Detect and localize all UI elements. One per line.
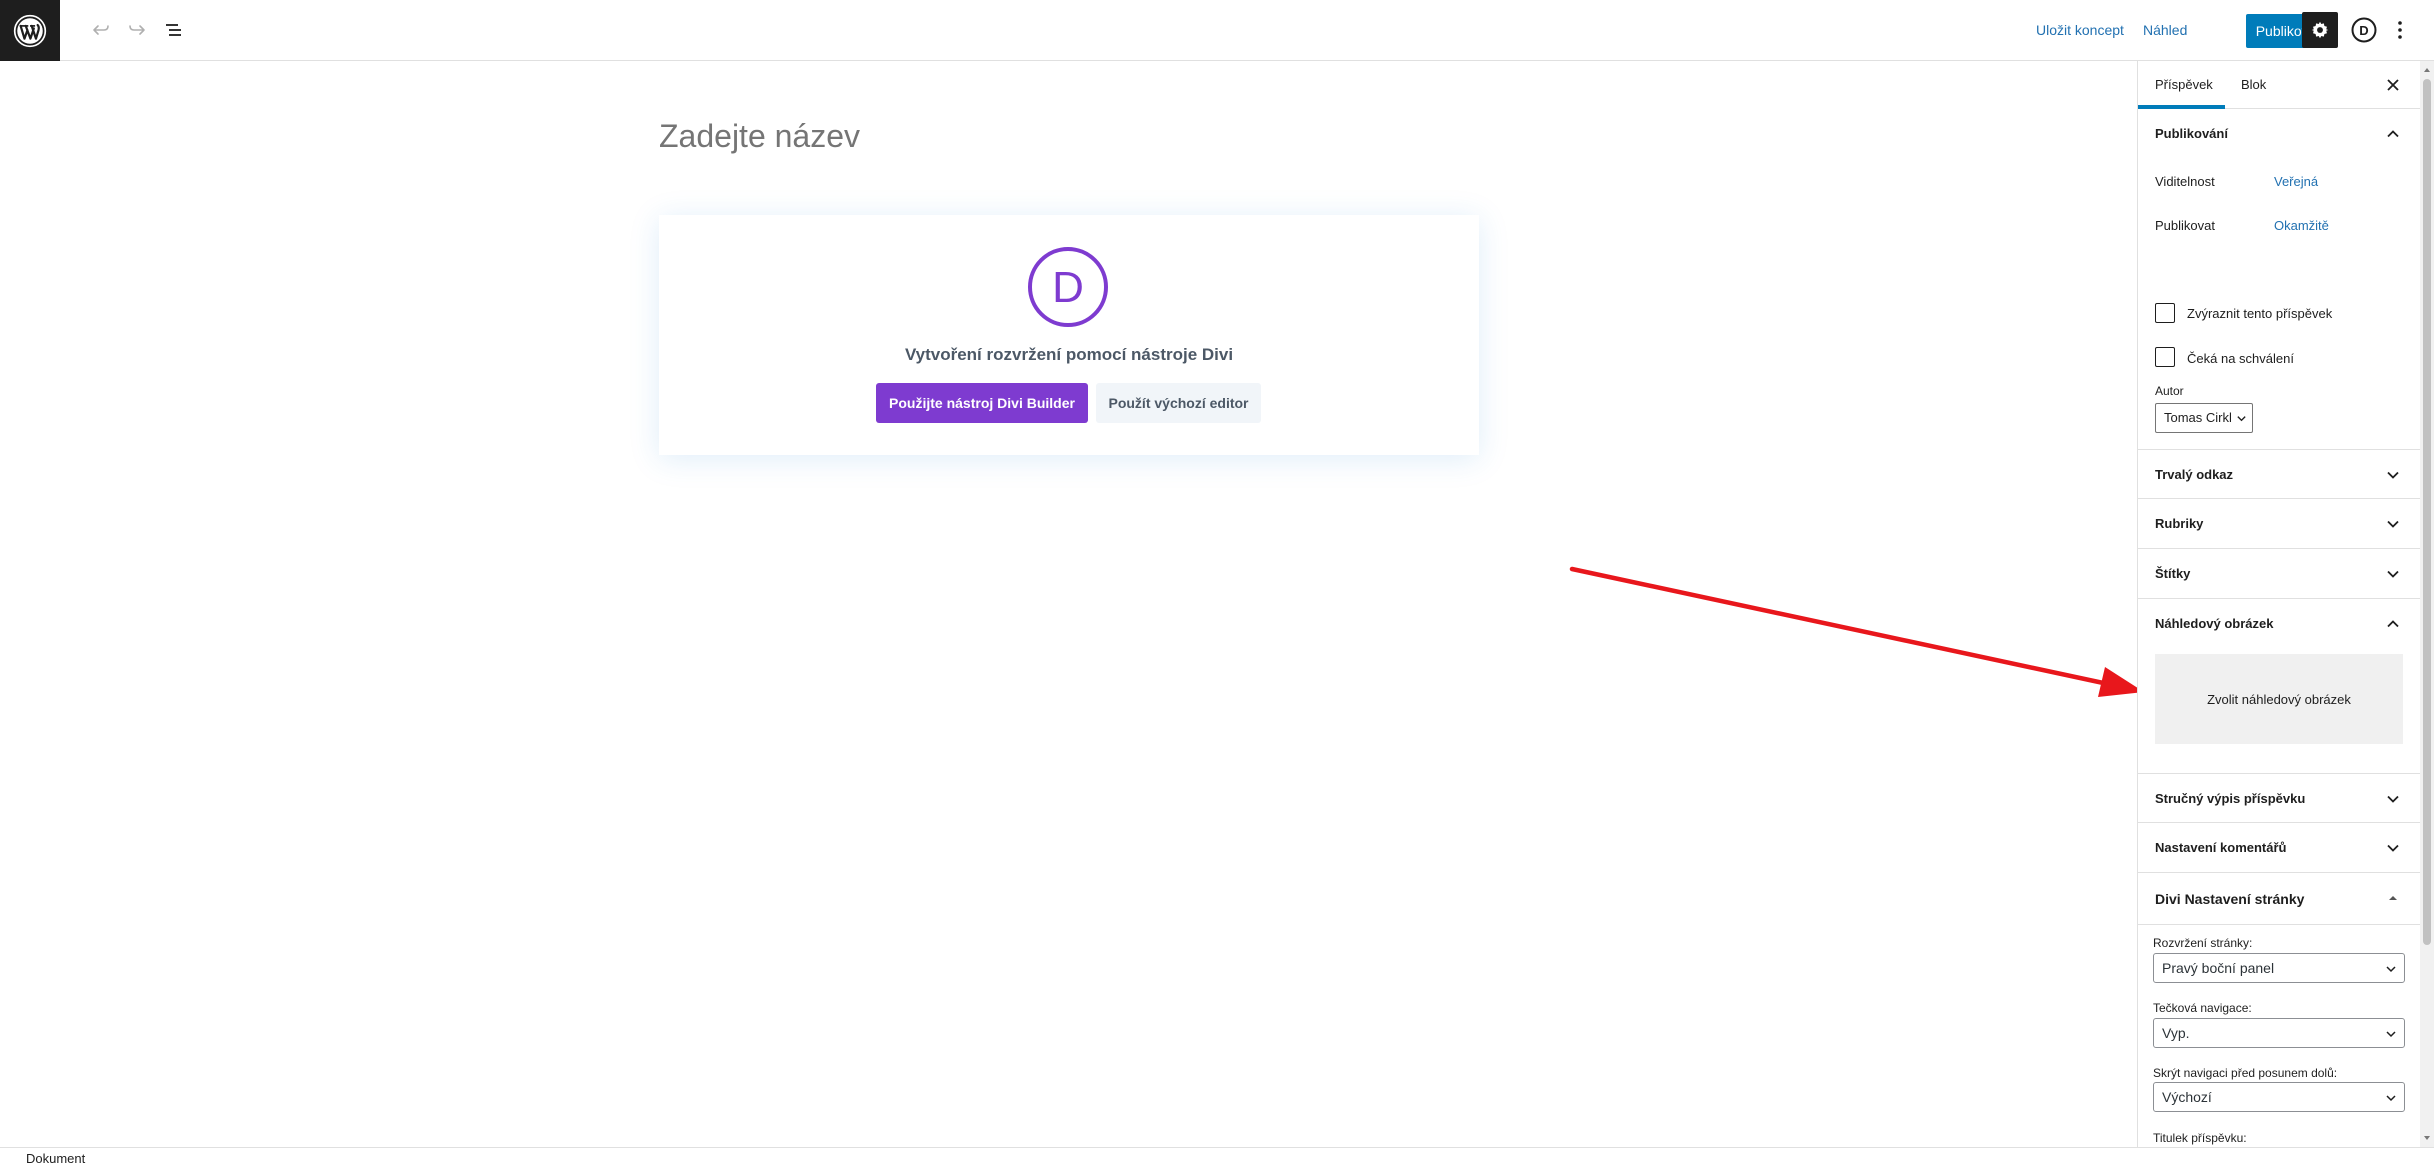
panel-excerpt-toggle[interactable]: Stručný výpis příspěvku — [2138, 773, 2420, 823]
set-featured-image-button[interactable]: Zvolit náhledový obrázek — [2155, 654, 2403, 744]
scroll-down-icon[interactable] — [2420, 1131, 2434, 1145]
panel-excerpt-title: Stručný výpis příspěvku — [2155, 791, 2306, 806]
panel-categories-toggle[interactable]: Rubriky — [2138, 499, 2420, 549]
divi-top-letter: D — [2359, 23, 2368, 38]
panel-featured-image-title: Náhledový obrázek — [2155, 616, 2274, 631]
divi-logo-letter: D — [1052, 263, 1084, 312]
scrollbar-thumb[interactable] — [2423, 79, 2431, 945]
redo-button[interactable] — [122, 15, 152, 45]
panel-divi-settings-title: Divi Nastavení stránky — [2155, 891, 2305, 907]
breadcrumb-document[interactable]: Dokument — [26, 1151, 85, 1166]
chevron-down-icon — [2387, 844, 2399, 852]
publish-date-label: Publikovat — [2155, 218, 2215, 233]
settings-toggle-button[interactable] — [2302, 12, 2338, 48]
divi-layout-select[interactable]: Pravý boční panel — [2153, 953, 2405, 983]
red-arrow-annotation — [1569, 566, 2144, 697]
tab-block[interactable]: Blok — [2241, 61, 2266, 109]
tab-post[interactable]: Příspěvek — [2155, 61, 2213, 109]
chevron-down-icon — [2387, 520, 2399, 528]
author-select[interactable]: Tomas Cirkl — [2155, 403, 2253, 433]
chevron-down-icon — [2387, 471, 2399, 479]
chevron-down-icon — [2386, 966, 2396, 973]
panel-divi-settings-toggle[interactable]: Divi Nastavení stránky — [2138, 873, 2420, 925]
chevron-down-icon — [2387, 570, 2399, 578]
divi-dot-nav-select[interactable]: Vyp. — [2153, 1018, 2405, 1048]
chevron-up-icon — [2387, 620, 2399, 628]
use-divi-builder-button[interactable]: Použijte nástroj Divi Builder — [876, 383, 1088, 423]
preview-button[interactable]: Náhled — [2143, 0, 2187, 61]
chevron-down-icon — [2386, 1095, 2396, 1102]
publish-date-toggle[interactable]: Okamžitě — [2274, 218, 2329, 233]
list-view-icon — [166, 24, 181, 36]
visibility-toggle[interactable]: Veřejná — [2274, 174, 2318, 189]
sticky-label: Zvýraznit tento příspěvek — [2187, 306, 2333, 321]
divi-builder-card: D Vytvoření rozvržení pomocí nástroje Di… — [659, 215, 1479, 455]
sidebar-tabs: Příspěvek Blok — [2138, 61, 2420, 109]
divi-hide-nav-select[interactable]: Výchozí — [2153, 1082, 2405, 1112]
sticky-checkbox[interactable] — [2155, 303, 2175, 323]
panel-discussion-title: Nastavení komentářů — [2155, 840, 2287, 855]
panel-tags-title: Štítky — [2155, 566, 2191, 581]
redo-icon — [129, 25, 145, 35]
triangle-up-icon — [2389, 896, 2397, 900]
chevron-down-icon — [2237, 416, 2246, 422]
pending-review-checkbox[interactable] — [2155, 347, 2175, 367]
author-label: Autor — [2155, 384, 2184, 398]
divi-post-title-label: Titulek příspěvku: — [2153, 1131, 2247, 1145]
divi-layout-value: Pravý boční panel — [2162, 960, 2275, 976]
divi-hide-nav-label: Skrýt navigaci před posunem dolů: — [2153, 1066, 2338, 1080]
wordpress-logo-button[interactable] — [0, 0, 60, 61]
chevron-down-icon — [2386, 1031, 2396, 1038]
panel-publish-title: Publikování — [2155, 126, 2228, 141]
scroll-up-icon[interactable] — [2420, 63, 2434, 77]
wordpress-icon — [13, 14, 47, 47]
author-value: Tomas Cirkl — [2164, 410, 2232, 425]
settings-sidebar: Příspěvek Blok Publikování Viditelnost V… — [2137, 61, 2420, 1147]
divi-hide-nav-value: Výchozí — [2162, 1089, 2212, 1105]
sidebar-scrollbar[interactable] — [2420, 61, 2434, 1147]
undo-icon — [93, 25, 109, 35]
editor-header: Uložit koncept Náhled Publikovat D — [0, 0, 2434, 61]
more-vertical-icon — [2398, 21, 2402, 39]
save-draft-button[interactable]: Uložit koncept — [2036, 0, 2124, 61]
pending-review-label: Čeká na schválení — [2187, 351, 2294, 366]
panel-discussion-toggle[interactable]: Nastavení komentářů — [2138, 823, 2420, 873]
panel-featured-image-toggle[interactable]: Náhledový obrázek — [2138, 599, 2420, 649]
editor-footer: Dokument — [0, 1147, 2434, 1169]
panel-publish-toggle[interactable]: Publikování — [2138, 109, 2420, 159]
divi-layout-label: Rozvržení stránky: — [2153, 936, 2253, 950]
visibility-label: Viditelnost — [2155, 174, 2215, 189]
panel-tags-toggle[interactable]: Štítky — [2138, 549, 2420, 599]
close-icon — [2387, 79, 2399, 91]
more-options-button[interactable] — [2392, 16, 2408, 44]
panel-permalink-toggle[interactable]: Trvalý odkaz — [2138, 449, 2420, 499]
undo-button[interactable] — [86, 15, 116, 45]
close-sidebar-button[interactable] — [2383, 75, 2403, 95]
panel-categories-title: Rubriky — [2155, 516, 2204, 531]
post-title-input[interactable] — [659, 118, 1479, 155]
use-default-editor-button[interactable]: Použít výchozí editor — [1096, 383, 1261, 423]
divi-dot-nav-value: Vyp. — [2162, 1025, 2190, 1041]
divi-icon[interactable]: D — [2350, 16, 2378, 44]
divi-dot-nav-label: Tečková navigace: — [2153, 1001, 2252, 1015]
chevron-down-icon — [2387, 795, 2399, 803]
chevron-up-icon — [2387, 130, 2399, 138]
list-view-button[interactable] — [159, 15, 189, 45]
divi-logo-icon: D — [1028, 247, 1108, 327]
panel-permalink-title: Trvalý odkaz — [2155, 467, 2234, 482]
divi-card-title: Vytvoření rozvržení pomocí nástroje Divi — [904, 345, 1234, 364]
gear-icon — [2311, 21, 2329, 39]
